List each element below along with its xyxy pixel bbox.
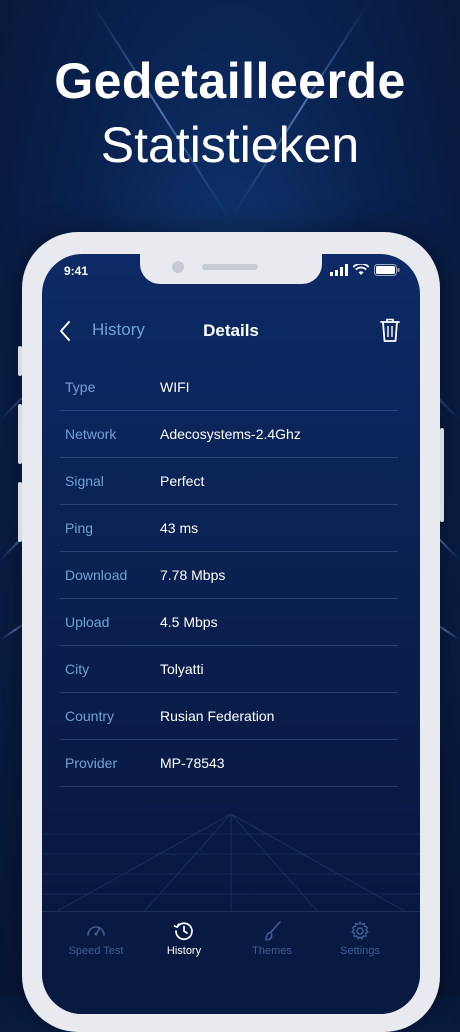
detail-row: Provider MP-78543 — [60, 740, 398, 787]
tab-label: Speed Test — [68, 945, 124, 957]
tab-themes[interactable]: Themes — [225, 920, 319, 957]
detail-value: MP-78543 — [160, 755, 225, 771]
wifi-icon — [353, 264, 369, 275]
detail-label: Type — [65, 379, 96, 395]
history-icon — [173, 922, 193, 941]
gear-icon — [351, 921, 369, 940]
detail-row: Signal Perfect — [60, 458, 398, 505]
battery-icon — [374, 264, 400, 276]
paintbrush-icon — [264, 921, 281, 941]
detail-label: Network — [65, 426, 117, 442]
tab-label: History — [166, 945, 202, 957]
detail-label: Provider — [65, 755, 118, 771]
detail-row: Ping 43 ms — [60, 505, 398, 552]
headline-line-2: Statistieken — [100, 117, 360, 173]
detail-label: Ping — [65, 520, 94, 536]
tab-speed-test[interactable]: Speed Test — [49, 920, 143, 957]
phone-side-button-volume-down — [18, 482, 22, 542]
trash-icon[interactable] — [378, 316, 402, 344]
detail-label: Signal — [65, 473, 104, 489]
speaker-grille — [202, 264, 258, 270]
detail-value: WIFI — [160, 379, 190, 395]
detail-row: Network Adecosystems-2.4Ghz — [60, 411, 398, 458]
detail-label: Download — [65, 567, 128, 583]
grid-floor-decoration — [42, 814, 420, 914]
detail-row: Type WIFI — [60, 364, 398, 411]
tab-history[interactable]: History — [137, 920, 231, 957]
speedometer-icon — [87, 926, 105, 936]
camera-icon — [172, 261, 184, 273]
page-title: Details — [203, 321, 259, 340]
status-icons — [330, 264, 400, 276]
detail-value: Rusian Federation — [160, 708, 275, 724]
detail-value: Adecosystems-2.4Ghz — [160, 426, 301, 442]
tab-label: Themes — [252, 945, 292, 957]
detail-label: Upload — [65, 614, 110, 630]
tab-settings[interactable]: Settings — [313, 920, 407, 957]
detail-value: 43 ms — [160, 520, 199, 536]
detail-row: Upload 4.5 Mbps — [60, 599, 398, 646]
detail-value: 4.5 Mbps — [160, 614, 218, 630]
detail-label: City — [65, 661, 90, 677]
phone-side-button-mute — [18, 346, 22, 376]
phone-side-button-volume-up — [18, 404, 22, 464]
tab-label: Settings — [340, 945, 380, 957]
phone-side-button-power — [440, 428, 444, 522]
detail-row: City Tolyatti — [60, 646, 398, 693]
detail-value: Perfect — [160, 473, 205, 489]
navigation-bar: History Details — [42, 312, 420, 352]
detail-value: Tolyatti — [160, 661, 204, 677]
tab-bar: Speed Test History Themes Settings — [42, 911, 420, 1014]
details-list: Type WIFI Network Adecosystems-2.4Ghz Signal… — [60, 364, 398, 787]
detail-row: Country Rusian Federation — [60, 693, 398, 740]
detail-value: 7.78 Mbps — [160, 567, 226, 583]
headline-line-1: Gedetailleerde — [54, 53, 406, 109]
detail-label: Country — [65, 708, 115, 724]
status-time: 9:41 — [64, 264, 89, 278]
detail-row: Download 7.78 Mbps — [60, 552, 398, 599]
cellular-signal-icon — [330, 264, 348, 276]
phone-screen: 9:41 History Details Type WIFI Network A… — [42, 254, 420, 1014]
notch — [140, 254, 322, 284]
phone-frame: 9:41 History Details Type WIFI Network A… — [18, 232, 444, 1032]
